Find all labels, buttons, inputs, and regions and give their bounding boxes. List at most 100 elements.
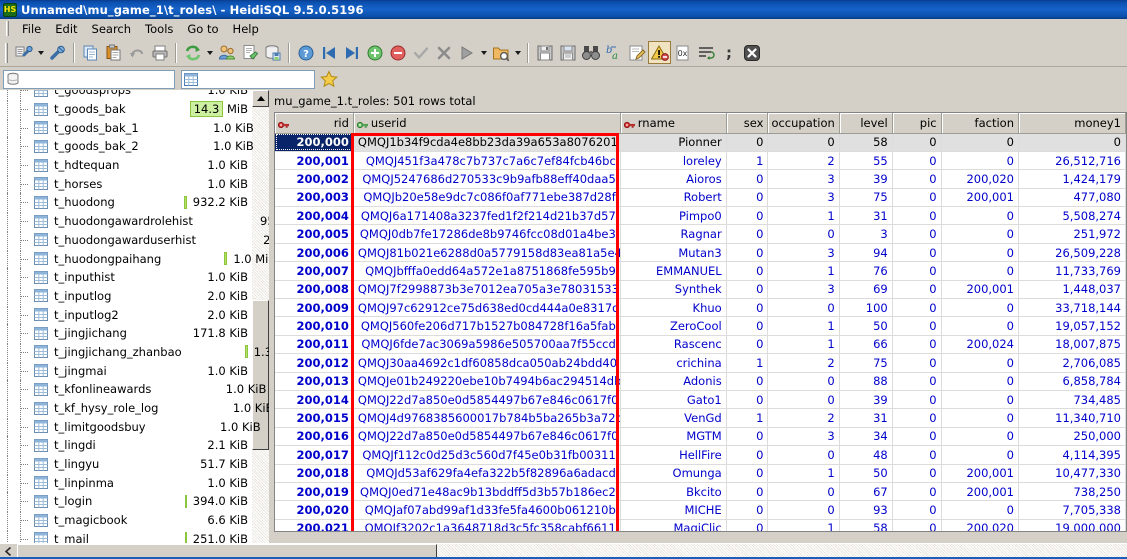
cell-faction[interactable]: 0 — [941, 261, 1020, 281]
cell-userid[interactable]: QMQJd53af629fa4efa322b5f82896a6adacd — [353, 464, 621, 483]
cell-money1[interactable]: 26,512,716 — [1018, 151, 1126, 171]
cell-rid[interactable]: 200,018 — [275, 464, 354, 483]
table-row[interactable]: 200,021 QMQJf3202c1a3648718d3c5fc358cabf6… — [275, 519, 1126, 531]
copy-icon[interactable] — [79, 41, 102, 64]
explain-dropdown-icon[interactable] — [512, 41, 523, 64]
cell-faction[interactable]: 0 — [941, 408, 1020, 428]
table-row[interactable]: 200,005 QMQJ0db7fe17286de8b9746fcc08d01a4… — [275, 224, 1126, 244]
table-filter-combo[interactable] — [181, 69, 315, 89]
session-manager-icon[interactable] — [12, 41, 35, 64]
cell-money1[interactable]: 7,705,338 — [1018, 500, 1126, 520]
last-icon[interactable] — [340, 41, 363, 64]
cell-pic[interactable]: 0 — [892, 169, 942, 189]
tree-vertical-scrollbar[interactable] — [252, 90, 269, 543]
cell-pic[interactable]: 0 — [892, 372, 942, 391]
cell-rid[interactable]: 200,006 — [275, 243, 354, 263]
cell-occupation[interactable]: 1 — [767, 206, 840, 226]
table-row[interactable]: 200,008 QMQJ7f2998873b3e7012ea705a3e78031… — [275, 280, 1126, 300]
save-as-icon[interactable] — [556, 41, 579, 64]
cell-rname[interactable]: EMMANUEL — [620, 261, 727, 281]
table-row[interactable]: 200,010 QMQJ560fe206d717b1527b084728f16a5… — [275, 316, 1126, 336]
refresh-icon[interactable] — [181, 41, 204, 64]
tree-item-t_goods_bak[interactable]: t_goods_bak 14.3 MiB — [0, 100, 253, 119]
cell-userid[interactable]: QMQJ560fe206d717b1527b084728f16a5fab — [353, 316, 621, 336]
session-manager-dropdown-icon[interactable] — [35, 41, 46, 64]
column-header-rname[interactable]: rname — [620, 113, 727, 134]
apply-changes-icon[interactable] — [409, 41, 432, 64]
cell-faction[interactable]: 200,001 — [941, 188, 1020, 208]
cell-rid[interactable]: 200,003 — [275, 188, 354, 208]
toolbar-grip[interactable] — [5, 42, 8, 63]
table-row[interactable]: 200,017 QMQJf112c0d25d3c560d7f45e0b31fb00… — [275, 445, 1126, 465]
cell-sex[interactable]: 0 — [726, 482, 769, 502]
cell-faction[interactable]: 200,020 — [941, 169, 1020, 189]
cell-level[interactable]: 93 — [839, 500, 893, 520]
refresh-dropdown-icon[interactable] — [204, 41, 215, 64]
cell-sex[interactable]: 0 — [726, 188, 769, 208]
column-header-money1[interactable]: money1 — [1018, 113, 1126, 134]
cell-money1[interactable]: 738,250 — [1018, 482, 1126, 502]
table-row[interactable]: 200,001 QMQJ451f3a478c7b737c7a6c7ef84fcb4… — [275, 151, 1126, 171]
tree-item-t_inputlog[interactable]: t_inputlog 2.0 KiB — [0, 286, 253, 306]
cell-occupation[interactable]: 3 — [767, 280, 840, 300]
cell-money1[interactable]: 6,858,784 — [1018, 372, 1126, 391]
cell-userid[interactable]: QMQJaf07abd99af1d33fe5fa4600b061210b — [353, 500, 621, 520]
save-file-icon[interactable] — [533, 41, 556, 64]
table-row[interactable]: 200,003 QMQJb20e58e9dc7c086f0af771ebe387d… — [275, 188, 1126, 208]
cell-rid[interactable]: 200,007 — [275, 261, 354, 281]
cell-sex[interactable]: 0 — [726, 261, 769, 281]
save-database-icon[interactable] — [261, 41, 284, 64]
cell-rname[interactable]: MGTM — [620, 427, 727, 447]
cell-userid[interactable]: QMQJbfffa0edd64a572e1a8751868fe595b9 — [353, 261, 621, 281]
tree-item-t_login[interactable]: t_login 394.0 KiB — [0, 492, 253, 511]
table-row[interactable]: 200,006 QMQJ81b021e6288d0a5779158d83ea81a… — [275, 243, 1126, 263]
table-row[interactable]: 200,015 QMQJ4d9768385600017b784b5ba265b3a… — [275, 408, 1126, 428]
first-icon[interactable] — [317, 41, 340, 64]
menu-item-goto[interactable]: Go to — [180, 20, 225, 38]
cell-userid[interactable]: QMQJ0db7fe17286de8b9746fcc08d01a4be3 — [353, 224, 621, 244]
tree-item-t_inputhist[interactable]: t_inputhist 1.0 KiB — [0, 268, 253, 287]
cell-pic[interactable]: 0 — [892, 206, 942, 226]
cell-level[interactable]: 75 — [839, 188, 893, 208]
cell-money1[interactable]: 1,424,179 — [1018, 169, 1126, 189]
tree-item-t_jingmai[interactable]: t_jingmai 1.0 KiB — [0, 361, 253, 380]
cell-faction[interactable]: 200,001 — [941, 280, 1020, 300]
cell-pic[interactable]: 0 — [892, 261, 942, 281]
cell-rname[interactable]: Ragnar — [620, 224, 727, 244]
cell-userid[interactable]: QMQJ22d7a850e0d5854497b67e846c0617f0 — [353, 427, 621, 447]
cell-pic[interactable]: 0 — [892, 335, 942, 355]
cell-rname[interactable]: HellFire — [620, 445, 727, 465]
tree-item-t_goods_bak_1[interactable]: t_goods_bak_1 1.0 KiB — [0, 118, 254, 137]
cell-userid[interactable]: QMQJ5247686d270533c9b9afb88eff40daa5 — [353, 169, 621, 189]
cell-level[interactable]: 50 — [839, 316, 893, 336]
cell-rname[interactable]: crichina — [620, 353, 727, 373]
cell-rname[interactable]: MICHE — [620, 500, 727, 520]
cell-faction[interactable]: 0 — [941, 133, 1020, 152]
cell-pic[interactable]: 0 — [892, 353, 942, 373]
cell-userid[interactable]: QMQJ1b34f9cda4e8bb23da39a653a8076201 — [353, 133, 621, 152]
tree-item-t_jingjichang_zhanbao[interactable]: t_jingjichang_zhanbao 1.3 MiB — [0, 342, 269, 362]
database-tree[interactable]: t_goodsprops 1.0 KiB t_goods_bak 14.3 MiB t_… — [0, 90, 269, 543]
cell-pic[interactable]: 0 — [892, 298, 942, 318]
column-header-rid[interactable]: rid — [275, 113, 354, 134]
cell-rname[interactable]: Aioros — [620, 169, 727, 189]
cell-userid[interactable]: QMQJ7f2998873b3e7012ea705a3e78031533 — [353, 280, 621, 300]
cell-level[interactable]: 67 — [839, 482, 893, 502]
cell-rname[interactable]: Rascenc — [620, 335, 727, 355]
help-icon[interactable]: ? — [294, 41, 317, 64]
execute-dropdown-icon[interactable] — [478, 41, 489, 64]
cell-pic[interactable]: 0 — [892, 445, 942, 465]
cell-sex[interactable]: 1 — [726, 353, 769, 373]
cell-rid[interactable]: 200,021 — [275, 519, 354, 531]
cell-sex[interactable]: 1 — [726, 151, 769, 171]
close-tab-icon[interactable] — [740, 41, 763, 64]
cell-level[interactable]: 3 — [839, 224, 893, 244]
cell-rid[interactable]: 200,020 — [275, 500, 354, 520]
cell-faction[interactable]: 0 — [941, 224, 1020, 244]
cell-occupation[interactable]: 3 — [767, 427, 840, 447]
new-query-tab-icon[interactable] — [238, 41, 261, 64]
cell-occupation[interactable]: 0 — [767, 133, 840, 152]
cell-rname[interactable]: loreley — [620, 151, 727, 171]
cell-level[interactable]: 66 — [839, 335, 893, 355]
cell-pic[interactable]: 0 — [892, 427, 942, 447]
